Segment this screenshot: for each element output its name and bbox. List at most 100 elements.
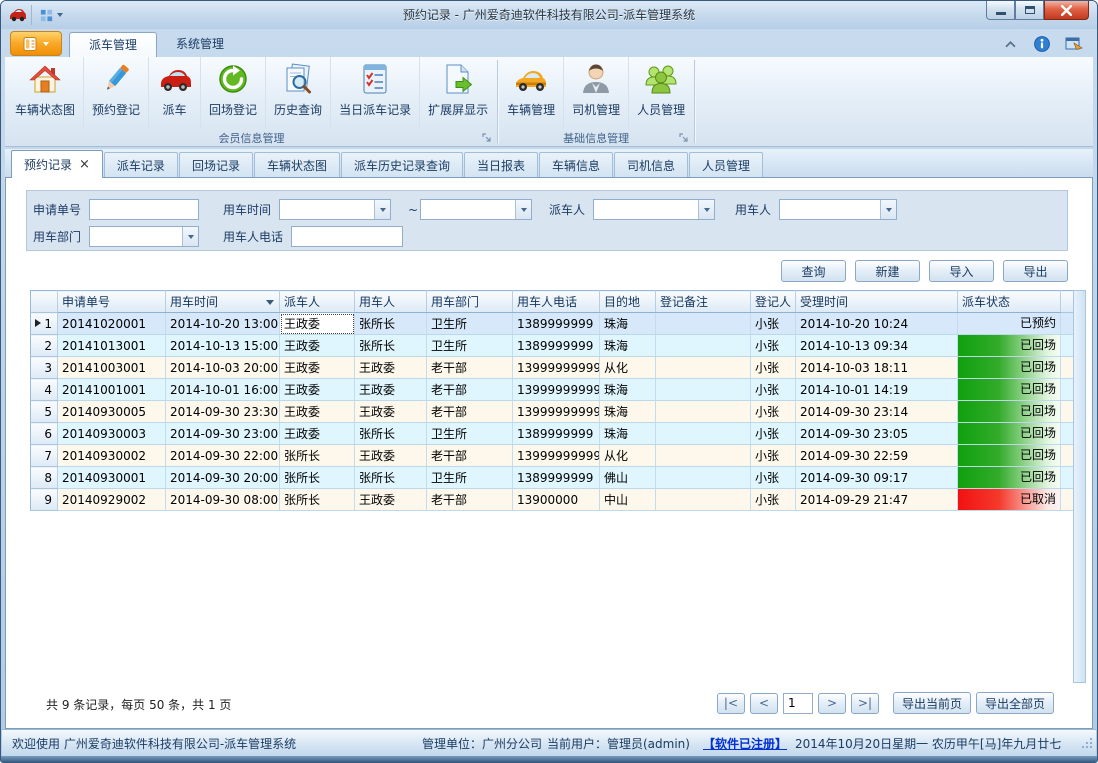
cell-registrar[interactable]: 小张 (751, 335, 796, 357)
cell-department[interactable]: 老干部 (427, 357, 513, 379)
doc-tab-2[interactable]: 回场记录 (179, 152, 253, 177)
license-link[interactable]: 【软件已注册】 (703, 730, 787, 756)
new-button[interactable]: 新建 (855, 260, 920, 282)
cell-user[interactable]: 王政委 (355, 489, 427, 511)
cell-phone[interactable]: 1389999999 (513, 313, 600, 335)
cell-status[interactable]: 已回场 (958, 335, 1061, 357)
use-time-from-select[interactable] (279, 199, 391, 220)
department-select[interactable] (89, 226, 199, 247)
doc-tab-4[interactable]: 派车历史记录查询 (341, 152, 463, 177)
cell-department[interactable]: 老干部 (427, 401, 513, 423)
cell-dispatcher[interactable]: 王政委 (280, 335, 355, 357)
cell-destination[interactable]: 从化 (600, 445, 656, 467)
page-number-input[interactable] (783, 693, 813, 714)
table-row[interactable]: 2201410130012014-10-13 15:00王政委张所长卫生所138… (31, 335, 1076, 357)
cell-department[interactable]: 老干部 (427, 445, 513, 467)
cell-phone[interactable]: 13999999999 (513, 445, 600, 467)
query-button[interactable]: 查询 (781, 260, 846, 282)
column-header-4[interactable]: 用车部门 (427, 291, 513, 313)
doc-tab-1[interactable]: 派车记录 (104, 152, 178, 177)
cell-apply-no[interactable]: 20141003001 (58, 357, 166, 379)
row-indicator-cell[interactable]: 6 (31, 423, 58, 445)
table-row[interactable]: 6201409300032014-09-30 23:00王政委张所长卫生所138… (31, 423, 1076, 445)
cell-status[interactable]: 已回场 (958, 379, 1061, 401)
cell-registrar[interactable]: 小张 (751, 489, 796, 511)
doc-tab-6[interactable]: 车辆信息 (539, 152, 613, 177)
cell-destination[interactable]: 珠海 (600, 313, 656, 335)
cell-accept-time[interactable]: 2014-09-29 21:47 (796, 489, 958, 511)
doc-tab-3[interactable]: 车辆状态图 (254, 152, 340, 177)
cell-dispatcher[interactable]: 张所长 (280, 489, 355, 511)
cell-phone[interactable]: 1389999999 (513, 423, 600, 445)
cell-department[interactable]: 卫生所 (427, 423, 513, 445)
cell-destination[interactable]: 珠海 (600, 401, 656, 423)
cell-department[interactable]: 老干部 (427, 379, 513, 401)
row-indicator-cell[interactable]: 8 (31, 467, 58, 489)
close-button[interactable] (1044, 1, 1089, 20)
cell-phone[interactable]: 13999999999 (513, 379, 600, 401)
cell-department[interactable]: 老干部 (427, 489, 513, 511)
ribbon-button-house[interactable]: 车辆状态图 (7, 57, 84, 129)
ribbon-button-red-car[interactable]: 派车 (149, 57, 201, 129)
dropdown-button[interactable] (698, 200, 714, 219)
cell-destination[interactable]: 珠海 (600, 335, 656, 357)
cell-accept-time[interactable]: 2014-09-30 22:59 (796, 445, 958, 467)
first-page-button[interactable]: |< (717, 693, 745, 714)
doc-tab-8[interactable]: 人员管理 (689, 152, 763, 177)
column-header-3[interactable]: 用车人 (355, 291, 427, 313)
dropdown-button[interactable] (182, 227, 198, 246)
cell-registrar[interactable]: 小张 (751, 423, 796, 445)
column-header-1[interactable]: 用车时间 (166, 291, 280, 313)
column-header-6[interactable]: 目的地 (600, 291, 656, 313)
cell-destination[interactable]: 中山 (600, 489, 656, 511)
cell-remark[interactable] (656, 445, 751, 467)
cell-dispatcher[interactable]: 王政委 (280, 357, 355, 379)
cell-apply-no[interactable]: 20141001001 (58, 379, 166, 401)
cell-apply-no[interactable]: 20140930005 (58, 401, 166, 423)
import-button[interactable]: 导入 (929, 260, 994, 282)
column-header-9[interactable]: 受理时间 (796, 291, 958, 313)
table-row[interactable]: 4201410010012014-10-01 16:00王政委王政委老干部139… (31, 379, 1076, 401)
quick-access-toolbar-button[interactable] (31, 5, 63, 25)
dropdown-button[interactable] (880, 200, 896, 219)
table-row[interactable]: 3201410030012014-10-03 20:00王政委王政委老干部139… (31, 357, 1076, 379)
cell-destination[interactable]: 珠海 (600, 423, 656, 445)
cell-accept-time[interactable]: 2014-10-20 10:24 (796, 313, 958, 335)
row-indicator-cell[interactable]: 3 (31, 357, 58, 379)
cell-dispatcher[interactable]: 王政委 (280, 379, 355, 401)
app-logo-car-icon[interactable] (9, 7, 27, 22)
cell-use-time[interactable]: 2014-10-13 15:00 (166, 335, 280, 357)
dialog-launcher-icon[interactable] (481, 132, 493, 144)
column-header-5[interactable]: 用车人电话 (513, 291, 600, 313)
cell-user[interactable]: 张所长 (355, 335, 427, 357)
ribbon-button-yellow-car[interactable]: 车辆管理 (499, 57, 564, 129)
ribbon-tab-0[interactable]: 派车管理 (69, 32, 157, 57)
table-row[interactable]: 5201409300052014-09-30 23:30王政委王政委老干部139… (31, 401, 1076, 423)
column-header-10[interactable]: 派车状态 (958, 291, 1061, 313)
dropdown-button[interactable] (374, 200, 390, 219)
ribbon-button-pencil[interactable]: 预约登记 (84, 57, 149, 129)
row-indicator-cell[interactable]: 5 (31, 401, 58, 423)
cell-user[interactable]: 张所长 (355, 467, 427, 489)
cell-registrar[interactable]: 小张 (751, 357, 796, 379)
collapse-ribbon-button[interactable] (1001, 36, 1019, 52)
cell-department[interactable]: 卫生所 (427, 467, 513, 489)
cell-dispatcher[interactable]: 王政委 (280, 313, 355, 335)
cell-status[interactable]: 已回场 (958, 423, 1061, 445)
cell-accept-time[interactable]: 2014-10-01 14:19 (796, 379, 958, 401)
resize-grip[interactable] (1081, 737, 1093, 752)
cell-accept-time[interactable]: 2014-10-13 09:34 (796, 335, 958, 357)
cell-remark[interactable] (656, 335, 751, 357)
cell-status[interactable]: 已预约 (958, 313, 1061, 335)
cell-apply-no[interactable]: 20140930001 (58, 467, 166, 489)
row-indicator-cell[interactable]: 2 (31, 335, 58, 357)
ribbon-button-refresh[interactable]: 回场登记 (201, 57, 266, 129)
cell-remark[interactable] (656, 313, 751, 335)
cell-use-time[interactable]: 2014-09-30 23:30 (166, 401, 280, 423)
export-all-pages-button[interactable]: 导出全部页 (976, 692, 1054, 714)
export-current-page-button[interactable]: 导出当前页 (893, 692, 971, 714)
doc-tab-0[interactable]: 预约记录× (11, 150, 103, 178)
cell-remark[interactable] (656, 357, 751, 379)
cell-registrar[interactable]: 小张 (751, 379, 796, 401)
cell-status[interactable]: 已回场 (958, 467, 1061, 489)
